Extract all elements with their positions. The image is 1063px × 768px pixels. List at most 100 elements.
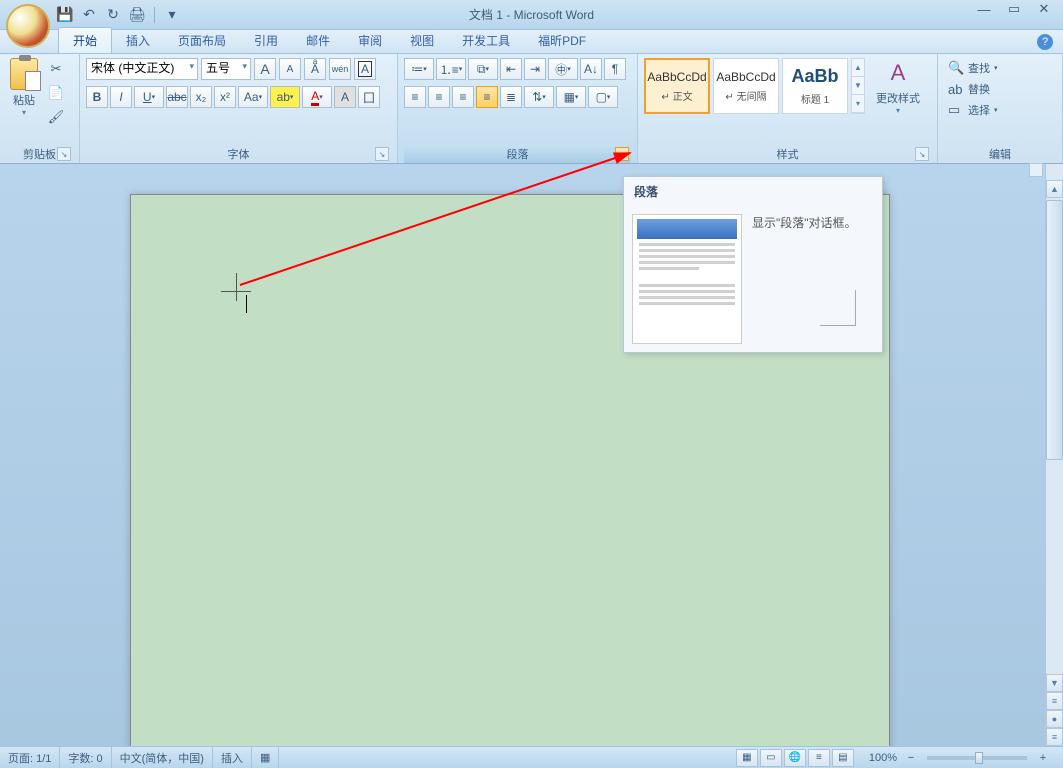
- subscript-button[interactable]: x₂: [190, 86, 212, 108]
- char-border-button[interactable]: A: [354, 58, 376, 80]
- view-draft-icon[interactable]: ▤: [832, 749, 854, 767]
- zoom-level[interactable]: 100%: [863, 752, 903, 764]
- group-font: 宋体 (中文正文) 五号 A A Aͣ wén A B I U▾ abc x₂ …: [80, 54, 398, 163]
- enclose-char-button[interactable]: 囗: [358, 86, 380, 108]
- quickprint-icon[interactable]: 🖨: [128, 6, 146, 24]
- style-nospacing[interactable]: AaBbCcDd ↵ 无间隔: [713, 58, 779, 114]
- zoom-in-button[interactable]: +: [1035, 752, 1051, 764]
- font-size-combo[interactable]: 五号: [201, 58, 251, 80]
- maximize-button[interactable]: ▭: [999, 0, 1029, 18]
- format-painter-icon[interactable]: 🖌: [45, 106, 67, 128]
- change-styles-button[interactable]: A 更改样式 ▾: [874, 58, 922, 115]
- view-outline-icon[interactable]: ≡: [808, 749, 830, 767]
- font-name-combo[interactable]: 宋体 (中文正文): [86, 58, 198, 80]
- tab-home[interactable]: 开始: [58, 27, 112, 53]
- font-color-button[interactable]: A▾: [302, 86, 332, 108]
- align-right-button[interactable]: ≡: [452, 86, 474, 108]
- font-launcher[interactable]: ↘: [375, 147, 389, 161]
- zoom-thumb[interactable]: [975, 752, 983, 764]
- status-language[interactable]: 中文(简体，中国): [112, 747, 213, 768]
- ruler-toggle[interactable]: [1029, 163, 1043, 177]
- help-icon[interactable]: ?: [1037, 34, 1053, 50]
- cut-icon[interactable]: ✂: [45, 58, 67, 80]
- view-fullscreen-icon[interactable]: ▭: [760, 749, 782, 767]
- shrink-font-button[interactable]: A: [279, 58, 301, 80]
- status-page[interactable]: 页面: 1/1: [0, 747, 60, 768]
- browse-object-button[interactable]: ●: [1046, 710, 1063, 728]
- styles-launcher[interactable]: ↘: [915, 147, 929, 161]
- align-left-button[interactable]: ≡: [404, 86, 426, 108]
- redo-icon[interactable]: ↻: [104, 6, 122, 24]
- group-label-clipboard: 剪贴板 ↘: [6, 145, 73, 163]
- minimize-button[interactable]: —: [969, 0, 999, 18]
- tab-references[interactable]: 引用: [240, 28, 292, 53]
- next-page-button[interactable]: ≡: [1046, 728, 1063, 746]
- paste-button[interactable]: 粘贴 ▾: [6, 58, 42, 117]
- style-expand[interactable]: ▾: [852, 95, 864, 113]
- zoom-slider[interactable]: [927, 756, 1027, 760]
- line-spacing-button[interactable]: ⇅▾: [524, 86, 554, 108]
- grow-font-button[interactable]: A: [254, 58, 276, 80]
- copy-icon[interactable]: 📄: [45, 82, 67, 104]
- select-button[interactable]: ▭选择▾: [944, 100, 1002, 120]
- prev-page-button[interactable]: ≡: [1046, 692, 1063, 710]
- show-marks-button[interactable]: ¶: [604, 58, 626, 80]
- tab-developer[interactable]: 开发工具: [448, 28, 524, 53]
- align-distribute-button[interactable]: ≣: [500, 86, 522, 108]
- style-heading1[interactable]: AaBb 标题 1: [782, 58, 848, 114]
- undo-icon[interactable]: ↶: [80, 6, 98, 24]
- qat-customize-icon[interactable]: ▾: [163, 6, 181, 24]
- numbering-button[interactable]: ⒈≡▾: [436, 58, 466, 80]
- strikethrough-button[interactable]: abc: [166, 86, 188, 108]
- view-web-icon[interactable]: 🌐: [784, 749, 806, 767]
- style-name: ↵ 正文: [661, 88, 692, 103]
- tab-view[interactable]: 视图: [396, 28, 448, 53]
- char-shading-button[interactable]: A: [334, 86, 356, 108]
- shading-button[interactable]: ▦▾: [556, 86, 586, 108]
- find-icon: 🔍: [948, 60, 964, 76]
- align-justify-button[interactable]: ≡: [476, 86, 498, 108]
- decrease-indent-button[interactable]: ⇤: [500, 58, 522, 80]
- italic-button[interactable]: I: [110, 86, 132, 108]
- vertical-scrollbar[interactable]: ▲ ▼ ≡ ● ≡: [1045, 164, 1063, 746]
- tab-insert[interactable]: 插入: [112, 28, 164, 53]
- align-center-button[interactable]: ≡: [428, 86, 450, 108]
- tab-mailings[interactable]: 邮件: [292, 28, 344, 53]
- bullets-button[interactable]: ≔▾: [404, 58, 434, 80]
- find-button[interactable]: 🔍查找▾: [944, 58, 1002, 78]
- scroll-down-button[interactable]: ▼: [1046, 674, 1063, 692]
- view-printlayout-icon[interactable]: ▦: [736, 749, 758, 767]
- save-icon[interactable]: 💾: [56, 6, 74, 24]
- phonetic-button[interactable]: wén: [329, 58, 351, 80]
- style-normal[interactable]: AaBbCcDd ↵ 正文: [644, 58, 710, 114]
- style-scroll-up[interactable]: ▲: [852, 59, 864, 77]
- superscript-button[interactable]: x²: [214, 86, 236, 108]
- style-scroll-down[interactable]: ▼: [852, 77, 864, 95]
- scroll-up-button[interactable]: ▲: [1046, 180, 1063, 198]
- paragraph-launcher[interactable]: ↘: [615, 147, 629, 161]
- sort-button[interactable]: A↓: [580, 58, 602, 80]
- underline-button[interactable]: U▾: [134, 86, 164, 108]
- close-button[interactable]: ✕: [1029, 0, 1059, 18]
- increase-indent-button[interactable]: ⇥: [524, 58, 546, 80]
- style-preview: AaBbCcDd: [647, 70, 706, 84]
- office-button[interactable]: [6, 4, 50, 48]
- clear-format-button[interactable]: Aͣ: [304, 58, 326, 80]
- paste-label: 粘贴: [13, 92, 35, 108]
- scroll-thumb[interactable]: [1046, 200, 1063, 460]
- zoom-out-button[interactable]: −: [903, 752, 919, 764]
- replace-button[interactable]: ab替换: [944, 79, 994, 99]
- change-case-button[interactable]: Aa▾: [238, 86, 268, 108]
- asian-layout-button[interactable]: ㊥▾: [548, 58, 578, 80]
- highlight-button[interactable]: ab▾: [270, 86, 300, 108]
- status-wordcount[interactable]: 字数: 0: [60, 747, 111, 768]
- bold-button[interactable]: B: [86, 86, 108, 108]
- tab-foxitpdf[interactable]: 福昕PDF: [524, 28, 600, 53]
- clipboard-launcher[interactable]: ↘: [57, 147, 71, 161]
- status-insertmode[interactable]: 插入: [213, 747, 252, 768]
- tab-review[interactable]: 审阅: [344, 28, 396, 53]
- tab-pagelayout[interactable]: 页面布局: [164, 28, 240, 53]
- multilevel-button[interactable]: ⧉▾: [468, 58, 498, 80]
- borders-button[interactable]: ▢▾: [588, 86, 618, 108]
- status-macro-icon[interactable]: ▦: [252, 747, 279, 768]
